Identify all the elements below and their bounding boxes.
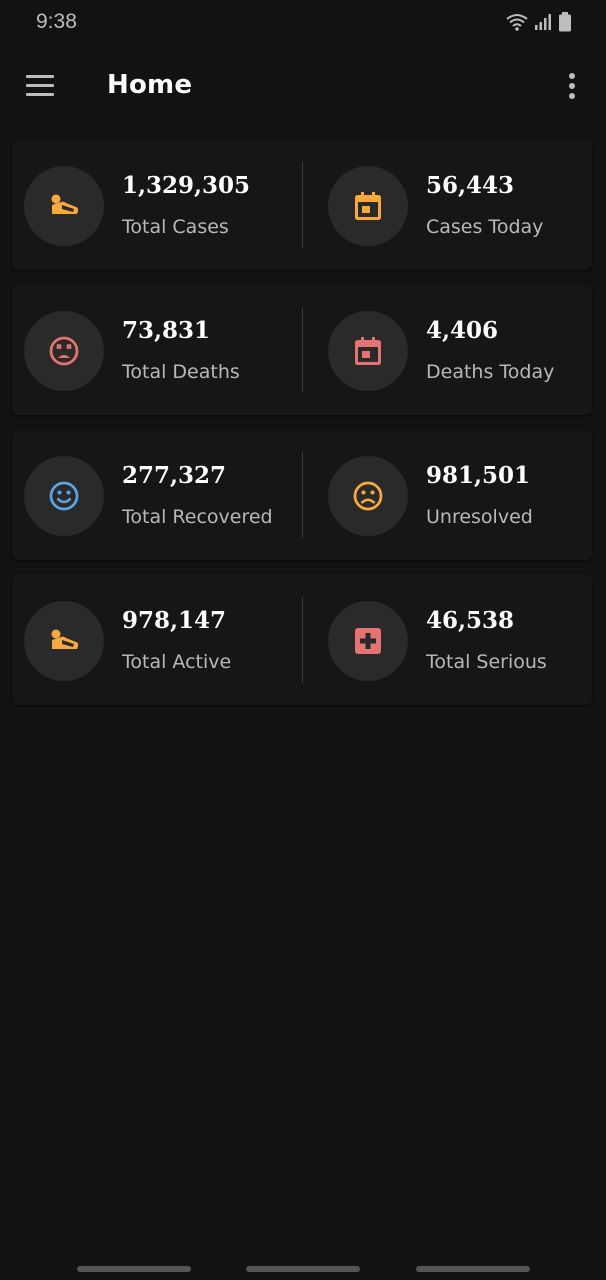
calendar-icon xyxy=(355,337,381,365)
app-bar: Home xyxy=(0,54,606,120)
nav-back-button[interactable] xyxy=(416,1266,530,1272)
battery-icon xyxy=(558,12,572,36)
card-divider xyxy=(302,162,303,248)
stat-label: Total Deaths xyxy=(122,361,240,383)
stat-total-cases[interactable]: 1,329,305 Total Cases xyxy=(12,140,302,270)
calendar-icon xyxy=(355,192,381,220)
stat-icon-circle xyxy=(328,311,408,391)
stat-unresolved[interactable]: 981,501 Unresolved xyxy=(316,430,606,560)
stat-label: Total Active xyxy=(122,651,232,673)
stat-value: 978,147 xyxy=(122,607,227,634)
stat-total-deaths[interactable]: 73,831 Total Deaths xyxy=(12,285,302,415)
sick-person-icon xyxy=(51,194,79,214)
sad-face-icon xyxy=(353,481,383,511)
sick-person-icon xyxy=(51,629,79,649)
stat-value: 1,329,305 xyxy=(122,172,251,199)
nav-home-button[interactable] xyxy=(246,1266,360,1272)
home-screen: 9:38 Home 1,329,305 Total Cases 56,443 C… xyxy=(0,0,606,1280)
stat-icon-circle xyxy=(24,601,104,681)
nav-recents-button[interactable] xyxy=(77,1266,191,1272)
card-divider xyxy=(302,452,303,538)
stat-deaths-today[interactable]: 4,406 Deaths Today xyxy=(316,285,606,415)
card-divider xyxy=(302,307,303,393)
dead-face-icon xyxy=(49,336,79,366)
stat-icon-circle xyxy=(24,456,104,536)
status-bar: 9:38 xyxy=(0,0,606,44)
stats-card-deaths: 73,831 Total Deaths 4,406 Deaths Today xyxy=(12,285,592,415)
stats-card-recovered: 277,327 Total Recovered 981,501 Unresolv… xyxy=(12,430,592,560)
stat-value: 56,443 xyxy=(426,172,515,199)
signal-icon xyxy=(534,13,552,35)
stats-card-cases: 1,329,305 Total Cases 56,443 Cases Today xyxy=(12,140,592,270)
stat-label: Cases Today xyxy=(426,216,544,238)
stat-value: 46,538 xyxy=(426,607,515,634)
menu-button[interactable] xyxy=(22,68,60,104)
stat-icon-circle xyxy=(24,311,104,391)
stats-card-active: 978,147 Total Active 46,538 Total Seriou… xyxy=(12,575,592,705)
stat-label: Deaths Today xyxy=(426,361,555,383)
happy-face-icon xyxy=(49,481,79,511)
stat-label: Total Serious xyxy=(426,651,547,673)
stat-icon-circle xyxy=(328,456,408,536)
stat-total-serious[interactable]: 46,538 Total Serious xyxy=(316,575,606,705)
stat-total-active[interactable]: 978,147 Total Active xyxy=(12,575,302,705)
medical-cross-icon xyxy=(355,628,381,654)
status-icons xyxy=(506,12,572,36)
stat-label: Total Recovered xyxy=(122,506,273,528)
page-title: Home xyxy=(107,70,193,100)
stat-value: 4,406 xyxy=(426,317,499,344)
stat-cases-today[interactable]: 56,443 Cases Today xyxy=(316,140,606,270)
hamburger-menu-icon xyxy=(26,75,54,96)
card-divider xyxy=(302,597,303,683)
more-vertical-icon xyxy=(569,73,575,99)
stat-icon-circle xyxy=(328,166,408,246)
more-options-button[interactable] xyxy=(560,68,584,104)
stat-total-recovered[interactable]: 277,327 Total Recovered xyxy=(12,430,302,560)
stat-value: 73,831 xyxy=(122,317,211,344)
stat-icon-circle xyxy=(328,601,408,681)
status-time: 9:38 xyxy=(36,10,77,33)
stat-value: 277,327 xyxy=(122,462,227,489)
wifi-icon xyxy=(506,13,528,35)
stat-label: Unresolved xyxy=(426,506,533,528)
stat-value: 981,501 xyxy=(426,462,531,489)
stat-label: Total Cases xyxy=(122,216,229,238)
stat-icon-circle xyxy=(24,166,104,246)
